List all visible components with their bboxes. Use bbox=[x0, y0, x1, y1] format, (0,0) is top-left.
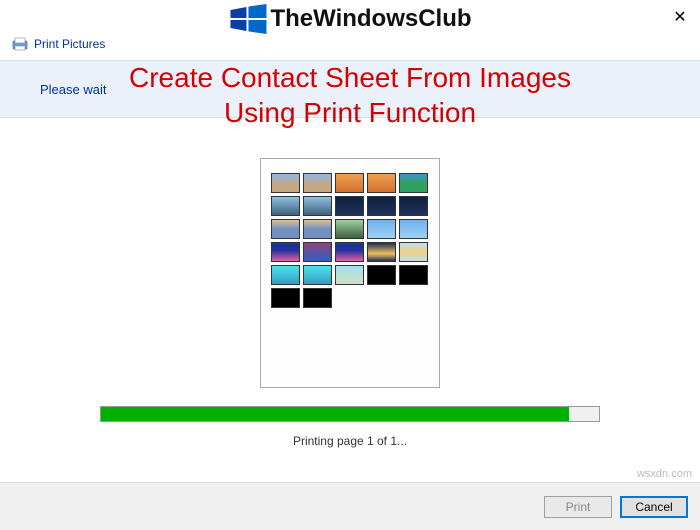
thumbnail bbox=[303, 196, 332, 216]
progress-bar bbox=[100, 406, 600, 422]
watermark: wsxdn.com bbox=[637, 468, 692, 480]
thumbnail bbox=[303, 173, 332, 193]
thumbnail bbox=[335, 173, 364, 193]
thumbnail bbox=[271, 288, 300, 308]
thumbnail bbox=[335, 265, 364, 285]
brand-name: TheWindowsClub bbox=[270, 5, 471, 33]
thumbnail bbox=[399, 242, 428, 262]
heading-line-1: Create Contact Sheet From Images bbox=[40, 60, 660, 95]
thumbnail bbox=[399, 219, 428, 239]
thumbnail bbox=[271, 173, 300, 193]
windows-logo-icon bbox=[228, 4, 268, 34]
thumbnail bbox=[335, 219, 364, 239]
print-pictures-icon bbox=[12, 36, 28, 52]
thumbnail bbox=[303, 242, 332, 262]
print-button: Print bbox=[544, 496, 612, 518]
thumbnail bbox=[367, 219, 396, 239]
brand-logo: TheWindowsClub bbox=[228, 4, 471, 34]
progress-fill bbox=[101, 407, 569, 421]
article-heading: Create Contact Sheet From Images Using P… bbox=[0, 58, 700, 136]
thumb-row bbox=[271, 265, 429, 285]
thumbnail bbox=[271, 242, 300, 262]
thumb-row bbox=[271, 219, 429, 239]
thumb-row bbox=[271, 242, 429, 262]
thumb-row bbox=[271, 288, 429, 308]
thumbnail bbox=[271, 265, 300, 285]
thumb-row bbox=[271, 173, 429, 193]
thumbnail bbox=[399, 265, 428, 285]
heading-line-2: Using Print Function bbox=[40, 95, 660, 130]
thumbnail bbox=[367, 265, 396, 285]
thumbnail bbox=[335, 196, 364, 216]
thumbnail bbox=[367, 173, 396, 193]
thumbnail bbox=[271, 196, 300, 216]
thumbnail bbox=[271, 219, 300, 239]
thumbnail bbox=[303, 219, 332, 239]
thumbnail bbox=[303, 288, 332, 308]
close-icon[interactable]: ✕ bbox=[670, 7, 690, 27]
thumbnail bbox=[399, 173, 428, 193]
thumbnail bbox=[335, 242, 364, 262]
thumbnail bbox=[399, 196, 428, 216]
progress-label: Printing page 1 of 1... bbox=[0, 434, 700, 448]
window-title: Print Pictures bbox=[34, 37, 105, 51]
thumb-row bbox=[271, 196, 429, 216]
thumbnail bbox=[367, 242, 396, 262]
preview-area bbox=[0, 158, 700, 388]
dialog-button-bar: Print Cancel bbox=[0, 482, 700, 530]
thumbnail bbox=[303, 265, 332, 285]
cancel-button[interactable]: Cancel bbox=[620, 496, 688, 518]
contact-sheet-preview bbox=[260, 158, 440, 388]
thumbnail bbox=[367, 196, 396, 216]
